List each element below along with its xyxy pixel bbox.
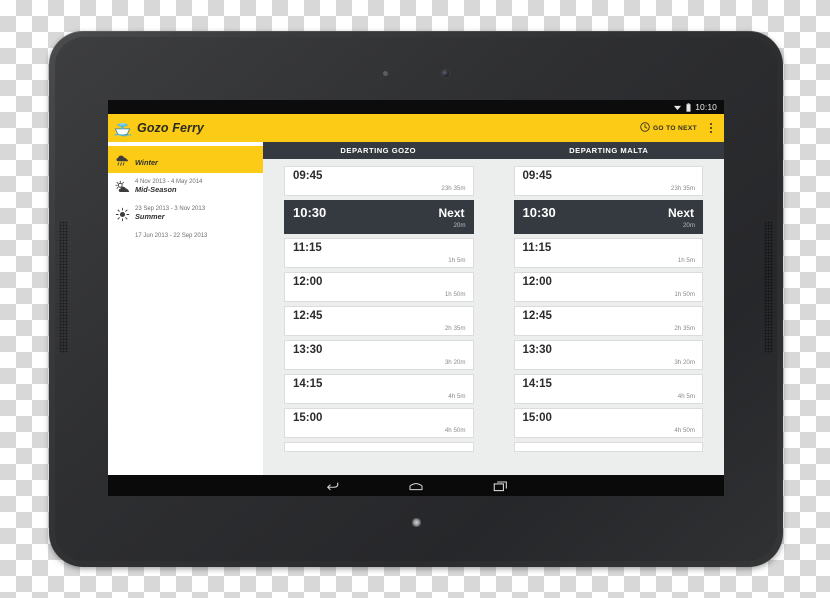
trip-eta: 1h 50m [444,290,466,298]
trip-eta: 23h 35m [670,184,695,192]
speaker-grille-right [764,221,773,353]
table-row-partial[interactable] [284,442,474,452]
schedule-content: DEPARTING GOZO DEPARTING MALTA 09:45 23h… [263,142,724,475]
ferry-boat-logo-icon [113,119,132,138]
home-indicator-led [412,518,421,527]
sidebar-item-summer[interactable]: Summer 17 Jun 2013 - 22 Sep 2013 [108,200,263,239]
table-row[interactable]: 10:30 Next 20m [284,200,474,234]
sun-icon [115,207,130,222]
trip-eta: 3h 20m [444,358,466,366]
trip-eta: 23h 35m [441,184,466,192]
trip-eta: 20m [682,221,695,229]
trip-eta: 4h 5m [448,392,466,400]
speaker-grille-left [59,221,68,353]
status-bar-clock: 10:10 [695,101,717,112]
status-badge: Next [667,206,694,220]
trip-eta: 4h 50m [674,426,695,434]
trip-time: 12:45 [522,310,552,322]
column-headers: DEPARTING GOZO DEPARTING MALTA [263,142,724,159]
sun-behind-cloud-icon [115,180,130,195]
back-icon[interactable] [321,478,343,493]
table-row[interactable]: 12:00 1h 50m [513,272,703,302]
trip-eta: 1h 5m [448,256,466,264]
trip-time: 15:00 [293,412,323,424]
table-row[interactable]: 12:45 2h 35m [513,306,703,336]
status-badge: Next [438,206,465,220]
season-sidebar: Winter 4 Nov 2013 - 4 May 2014 Mid-Seaso… [108,142,263,475]
table-row[interactable]: 13:30 3h 20m [284,340,474,370]
app-body: Winter 4 Nov 2013 - 4 May 2014 Mid-Seaso… [108,142,724,475]
trip-time: 11:15 [522,242,552,254]
page-root: 10:10 Gozo Ferry GO TO NEXT Winter 4 Nov… [0,0,830,598]
sidebar-item-winter[interactable]: Winter 4 Nov 2013 - 4 May 2014 [108,146,263,185]
column-header-gozo: DEPARTING GOZO [340,146,417,155]
page-title: Gozo Ferry [137,121,204,135]
departure-columns: 09:45 23h 35m 10:30 Next 20m 11:15 1h 5m [263,159,724,475]
rain-cloud-icon [115,153,130,168]
table-row[interactable]: 12:45 2h 35m [284,306,474,336]
sidebar-item-mid-season[interactable]: Mid-Season 23 Sep 2013 - 3 Nov 2013 [108,173,263,212]
table-row[interactable]: 14:15 4h 5m [284,374,474,404]
ambient-light-sensor-icon [383,71,388,76]
trip-time: 12:00 [293,276,323,288]
table-row[interactable]: 15:00 4h 50m [284,408,474,438]
trip-time: 11:15 [293,242,322,254]
go-to-next-label: GO TO NEXT [652,124,697,132]
table-row[interactable]: 15:00 4h 50m [513,408,703,438]
sidebar-item-label: Mid-Season [135,185,177,194]
table-row[interactable]: 12:00 1h 50m [284,272,474,302]
trip-eta: 4h 50m [444,426,466,434]
trip-time: 09:45 [522,170,552,182]
table-row[interactable]: 11:15 1h 5m [513,238,703,268]
wifi-icon [673,103,682,111]
trip-time: 12:45 [293,310,323,322]
trip-eta: 2h 35m [444,324,466,332]
tablet-device: 10:10 Gozo Ferry GO TO NEXT Winter 4 Nov… [49,31,783,567]
trip-time: 13:30 [293,344,323,356]
table-row[interactable]: 14:15 4h 5m [513,374,703,404]
android-nav-bar [108,475,724,496]
trip-eta: 1h 5m [677,256,695,264]
departure-list-malta[interactable]: 09:45 23h 35m 10:30 Next 20m 11:15 1h 5m [504,166,725,475]
table-row-partial[interactable] [513,442,703,452]
table-row[interactable]: 09:45 23h 35m [284,166,474,196]
trip-eta: 20m [453,221,466,229]
trip-time: 14:15 [293,378,323,390]
trip-time: 12:00 [522,276,552,288]
table-row[interactable]: 11:15 1h 5m [284,238,474,268]
app-action-bar: Gozo Ferry GO TO NEXT [108,114,724,142]
sidebar-item-label: Summer [135,212,165,221]
android-status-bar: 10:10 [108,100,724,114]
trip-eta: 3h 20m [674,358,695,366]
sidebar-item-text: Summer 17 Jun 2013 - 22 Sep 2013 [135,205,207,242]
departure-list-gozo[interactable]: 09:45 23h 35m 10:30 Next 20m 11:15 1h 5m [263,166,484,475]
table-row[interactable]: 10:30 Next 20m [513,200,703,234]
recent-apps-icon[interactable] [489,478,511,493]
sidebar-item-label: Winter [135,158,158,167]
table-row[interactable]: 09:45 23h 35m [513,166,703,196]
tablet-screen: 10:10 Gozo Ferry GO TO NEXT Winter 4 Nov… [108,100,724,496]
column-header-malta: DEPARTING MALTA [569,146,649,155]
trip-eta: 4h 5m [677,392,695,400]
clock-icon [640,119,650,137]
trip-time: 09:45 [293,170,323,182]
trip-eta: 2h 35m [674,324,695,332]
trip-time: 13:30 [522,344,552,356]
trip-time: 15:00 [522,412,552,424]
trip-time: 14:15 [522,378,552,390]
table-row[interactable]: 13:30 3h 20m [513,340,703,370]
overflow-menu-icon[interactable] [704,117,718,139]
home-icon[interactable] [405,478,427,493]
battery-icon [686,102,691,112]
go-to-next-button[interactable]: GO TO NEXT [640,119,697,137]
front-camera-icon [442,70,449,77]
sidebar-item-range: 17 Jun 2013 - 22 Sep 2013 [135,233,208,239]
trip-eta: 1h 50m [674,290,695,298]
